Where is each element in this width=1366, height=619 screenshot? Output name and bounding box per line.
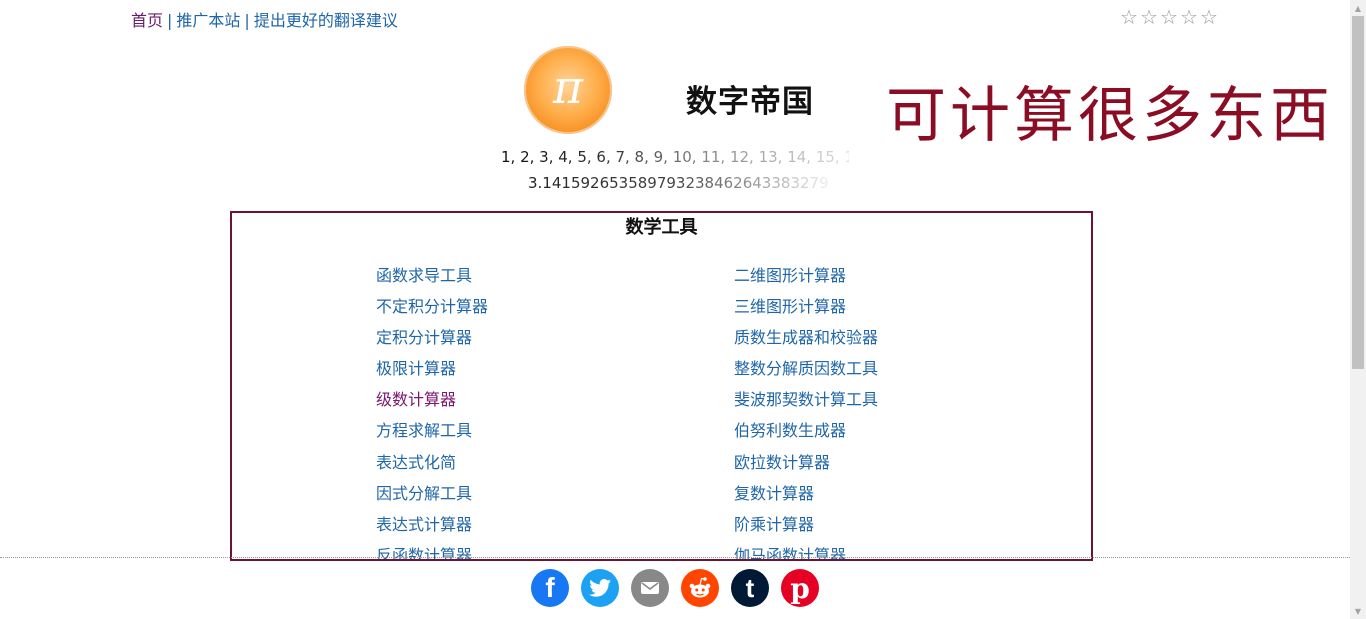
email-share-button[interactable] xyxy=(631,569,669,607)
tool-link[interactable]: 斐波那契数计算工具 xyxy=(734,390,878,421)
number-sequence: 1, 2, 3, 4, 5, 6, 7, 8, 9, 10, 11, 12, 1… xyxy=(501,148,849,166)
star-icon-5[interactable]: ☆ xyxy=(1199,5,1219,29)
tool-link[interactable]: 三维图形计算器 xyxy=(734,297,878,328)
scroll-up-arrow-icon[interactable]: ▲ xyxy=(1350,0,1366,16)
top-nav: 首页 | 推广本站 | 提出更好的翻译建议 xyxy=(131,7,398,31)
tool-link[interactable]: 反函数计算器 xyxy=(376,546,488,559)
tool-link[interactable]: 表达式计算器 xyxy=(376,515,488,546)
star-icon-1[interactable]: ☆ xyxy=(1119,5,1139,29)
home-link[interactable]: 首页 xyxy=(131,11,163,30)
tool-link[interactable]: 质数生成器和校验器 xyxy=(734,328,878,359)
vertical-scrollbar[interactable]: ▲ ▼ xyxy=(1350,0,1366,619)
tools-left-column: 函数求导工具 不定积分计算器 定积分计算器 极限计算器 级数计算器 方程求解工具… xyxy=(376,266,488,559)
tool-link[interactable]: 二维图形计算器 xyxy=(734,266,878,297)
twitter-icon xyxy=(589,579,611,597)
tool-link[interactable]: 表达式化简 xyxy=(376,453,488,484)
tool-link[interactable]: 欧拉数计算器 xyxy=(734,453,878,484)
tool-link[interactable]: 函数求导工具 xyxy=(376,266,488,297)
reddit-icon xyxy=(689,577,711,598)
facebook-share-button[interactable]: f xyxy=(531,569,569,607)
email-icon xyxy=(638,576,662,600)
pinterest-share-button[interactable]: p xyxy=(781,569,819,607)
pi-digits: 3.1415926535897932384626433832795 xyxy=(528,174,828,192)
tool-link[interactable]: 复数计算器 xyxy=(734,484,878,515)
facebook-icon: f xyxy=(545,572,555,603)
tool-link[interactable]: 伽马函数计算器 xyxy=(734,546,878,559)
tool-link[interactable]: 因式分解工具 xyxy=(376,484,488,515)
star-rating: ☆ ☆ ☆ ☆ ☆ xyxy=(1119,5,1219,29)
tool-link[interactable]: 极限计算器 xyxy=(376,359,488,390)
share-bar: f t p xyxy=(531,569,819,607)
twitter-share-button[interactable] xyxy=(581,569,619,607)
nav-separator: | xyxy=(167,11,173,30)
tool-link[interactable]: 不定积分计算器 xyxy=(376,297,488,328)
scrollbar-thumb[interactable] xyxy=(1352,16,1364,369)
tool-link[interactable]: 阶乘计算器 xyxy=(734,515,878,546)
promote-site-link[interactable]: 推广本站 xyxy=(176,11,240,30)
tumblr-icon: t xyxy=(745,572,755,603)
star-icon-2[interactable]: ☆ xyxy=(1139,5,1159,29)
tools-right-column: 二维图形计算器 三维图形计算器 质数生成器和校验器 整数分解质因数工具 斐波那契… xyxy=(734,266,878,559)
site-title: 数字帝国 xyxy=(686,84,814,120)
math-tools-title: 数学工具 xyxy=(625,217,698,238)
tool-link[interactable]: 定积分计算器 xyxy=(376,328,488,359)
tool-link[interactable]: 整数分解质因数工具 xyxy=(734,359,878,390)
tool-link[interactable]: 伯努利数生成器 xyxy=(734,421,878,452)
suggest-translation-link[interactable]: 提出更好的翻译建议 xyxy=(254,11,398,30)
scroll-down-arrow-icon[interactable]: ▼ xyxy=(1350,603,1366,619)
pinterest-icon: p xyxy=(790,571,810,605)
tumblr-share-button[interactable]: t xyxy=(731,569,769,607)
star-icon-4[interactable]: ☆ xyxy=(1179,5,1199,29)
slogan: 可计算很多东西 xyxy=(886,81,1334,151)
reddit-share-button[interactable] xyxy=(681,569,719,607)
pi-logo[interactable]: π xyxy=(524,46,612,134)
tool-link[interactable]: 方程求解工具 xyxy=(376,421,488,452)
math-tools-panel: 数学工具 函数求导工具 不定积分计算器 定积分计算器 极限计算器 级数计算器 方… xyxy=(230,211,1093,561)
divider xyxy=(0,557,1350,558)
tool-link[interactable]: 级数计算器 xyxy=(376,390,488,421)
nav-separator: | xyxy=(244,11,250,30)
pi-icon: π xyxy=(552,60,584,114)
star-icon-3[interactable]: ☆ xyxy=(1159,5,1179,29)
